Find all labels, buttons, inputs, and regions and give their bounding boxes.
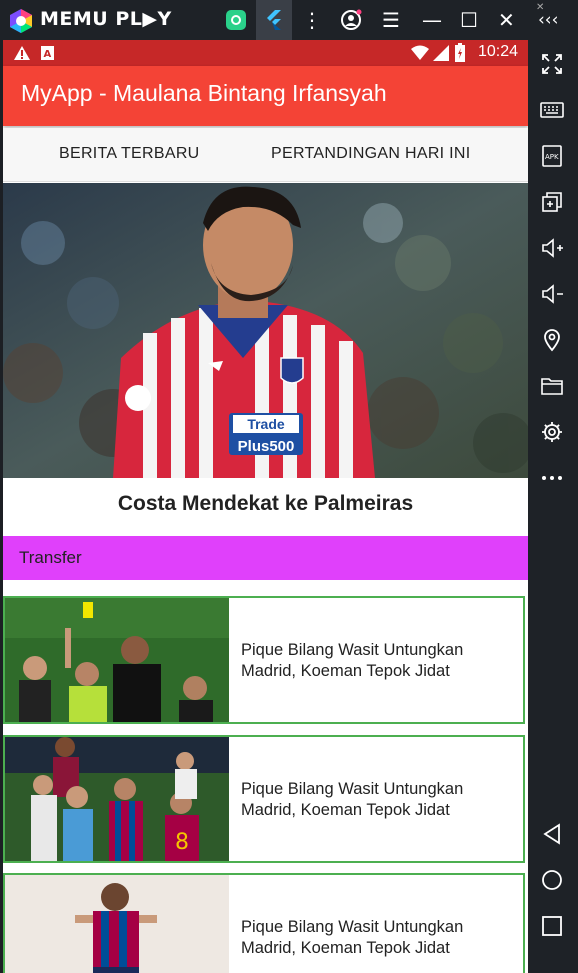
app-bar: MyApp - Maulana Bintang Irfansyah <box>3 66 528 126</box>
svg-text:APK: APK <box>545 153 559 161</box>
emulator-sidebar: APK <box>528 40 578 973</box>
news-title: Pique Bilang Wasit Untungkan Madrid, Koe… <box>241 780 464 819</box>
news-title: Pique Bilang Wasit Untungkan Madrid, Koe… <box>241 918 464 957</box>
minimize-icon[interactable]: — <box>422 8 442 32</box>
maximize-icon[interactable]: ☐ <box>460 8 478 32</box>
featured-news-image[interactable]: Trade Plus500 <box>3 183 528 478</box>
folder-icon[interactable] <box>540 374 564 398</box>
apk-install-icon[interactable]: APK <box>540 144 564 168</box>
notification-a-icon: A <box>41 46 54 60</box>
more-options-icon[interactable]: ⋮ <box>302 8 322 32</box>
app-tab-icon[interactable] <box>226 10 246 30</box>
recent-apps-icon[interactable] <box>540 914 564 938</box>
news-thumbnail: 8 <box>5 737 229 861</box>
tab-berita-terbaru[interactable]: BERITA TERBARU <box>59 145 200 163</box>
home-icon[interactable] <box>540 868 564 892</box>
news-thumbnail <box>5 875 229 973</box>
wifi-icon <box>411 45 429 60</box>
emulator-title-bar: MEMU PL▶Y ✕ ⋮ ☰ — ☐ ✕ ‹‹‹ <box>0 0 578 40</box>
keyboard-icon[interactable] <box>540 98 564 122</box>
account-icon[interactable] <box>340 9 362 31</box>
status-time: 10:24 <box>477 43 518 60</box>
settings-gear-icon[interactable] <box>540 420 564 444</box>
fullscreen-icon[interactable] <box>540 52 564 76</box>
news-card[interactable]: Pique Bilang Wasit Untungkan Madrid, Koe… <box>3 873 525 973</box>
jersey-sponsor-text-2: Plus500 <box>238 438 295 455</box>
tab-pertandingan-hari-ini[interactable]: PERTANDINGAN HARI INI <box>271 145 471 163</box>
menu-icon[interactable]: ☰ <box>382 8 400 32</box>
volume-down-icon[interactable] <box>540 282 564 306</box>
location-icon[interactable] <box>540 328 564 352</box>
close-window-icon[interactable]: ✕ <box>498 8 515 32</box>
tab-bar: BERITA TERBARU PERTANDINGAN HARI INI <box>3 128 528 182</box>
volume-up-icon[interactable] <box>540 236 564 260</box>
svg-text:8: 8 <box>175 830 189 855</box>
multi-instance-icon[interactable] <box>540 190 564 214</box>
app-title: MyApp - Maulana Bintang Irfansyah <box>21 80 387 106</box>
jersey-sponsor-text-1: Trade <box>247 416 285 432</box>
featured-headline[interactable]: Costa Mendekat ke Palmeiras <box>3 480 528 528</box>
active-app-tab[interactable]: ✕ <box>256 0 544 40</box>
status-bar: A 10:24 <box>3 40 528 66</box>
flutter-icon <box>267 10 281 30</box>
news-thumbnail <box>5 598 229 722</box>
back-icon[interactable] <box>540 822 564 846</box>
memu-brand: MEMU PL▶Y <box>40 8 172 30</box>
news-title: Pique Bilang Wasit Untungkan Madrid, Koe… <box>241 641 464 680</box>
signal-icon <box>433 45 449 61</box>
news-card[interactable]: 8 Pique Bilang Wasit Untungkan Madrid, K… <box>3 735 525 863</box>
memu-logo-icon <box>10 9 32 33</box>
news-card[interactable]: Pique Bilang Wasit Untungkan Madrid, Koe… <box>3 596 525 724</box>
collapse-sidebar-icon[interactable]: ‹‹‹ <box>538 8 558 32</box>
featured-category-label: Transfer <box>3 536 528 580</box>
svg-text:A: A <box>44 49 52 60</box>
android-screen: A 10:24 MyApp - Maulana Bintang Irfansya… <box>3 40 528 973</box>
more-icon[interactable] <box>540 466 564 490</box>
warning-icon <box>14 46 30 60</box>
battery-icon <box>455 43 465 62</box>
